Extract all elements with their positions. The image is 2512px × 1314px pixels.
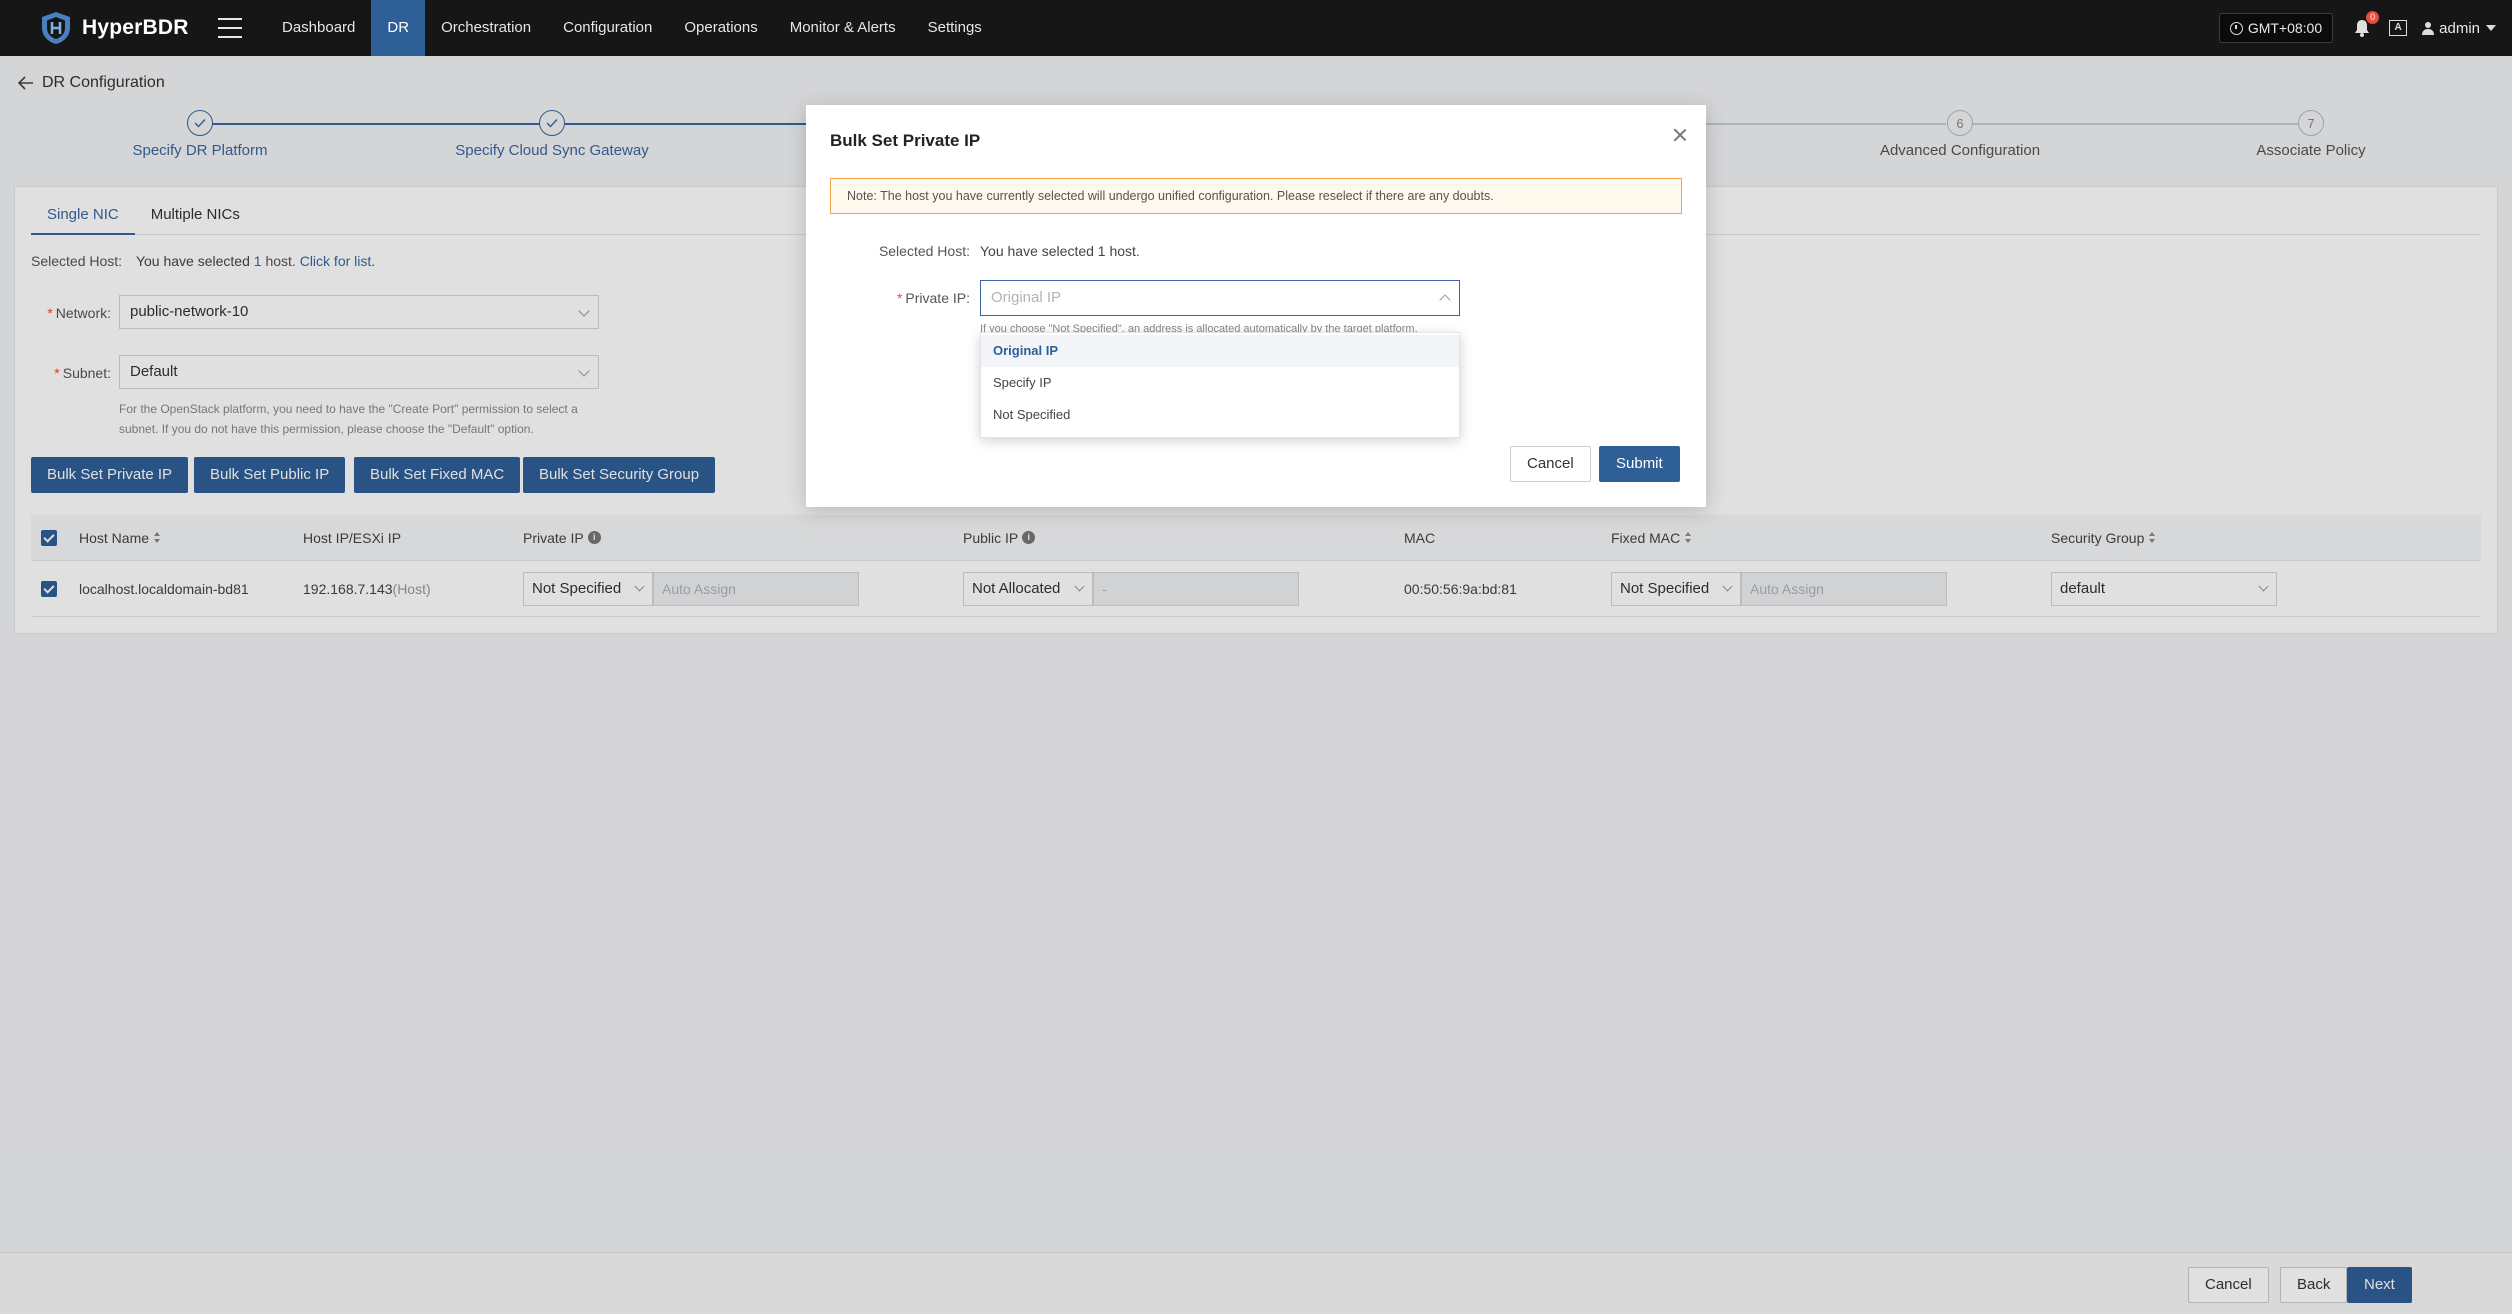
nav-item-operations[interactable]: Operations [668, 0, 773, 56]
top-right-tools: GMT+08:00 0 A admin [2218, 0, 2496, 56]
notice-banner: Note: The host you have currently select… [830, 178, 1682, 214]
private-ip-dropdown: Original IP Specify IP Not Specified [980, 332, 1460, 438]
dialog-title: Bulk Set Private IP [830, 131, 981, 150]
user-menu[interactable]: admin [2421, 20, 2496, 37]
dialog-selected-host-label: Selected Host: [878, 243, 970, 259]
dialog-cancel-button[interactable]: Cancel [1510, 446, 1591, 482]
main-nav: Dashboard DR Orchestration Configuration… [266, 0, 998, 56]
dialog-private-ip-label: * Private IP: [896, 290, 970, 306]
top-navbar: HyperBDR Dashboard DR Orchestration Conf… [0, 0, 2512, 56]
clock-icon [2229, 21, 2243, 35]
dialog-submit-button[interactable]: Submit [1599, 446, 1680, 482]
chevron-up-icon [1439, 294, 1451, 306]
user-icon [2422, 22, 2435, 35]
chevron-down-icon [2486, 25, 2496, 31]
nav-item-configuration[interactable]: Configuration [547, 0, 668, 56]
brand-name: HyperBDR [82, 16, 189, 39]
nav-item-settings[interactable]: Settings [912, 0, 998, 56]
close-icon[interactable] [1672, 127, 1688, 143]
timezone-button[interactable]: GMT+08:00 [2218, 13, 2334, 43]
private-ip-select[interactable]: Original IP [980, 280, 1460, 316]
timezone-label: GMT+08:00 [2247, 20, 2323, 36]
logo[interactable]: HyperBDR [38, 10, 198, 46]
dialog-selected-host-value: You have selected 1 host. [980, 243, 1140, 259]
menu-toggle-icon[interactable] [218, 18, 242, 38]
nav-item-monitor-alerts[interactable]: Monitor & Alerts [774, 0, 912, 56]
notification-badge: 0 [2366, 11, 2380, 24]
option-not-specified[interactable]: Not Specified [981, 399, 1459, 431]
language-icon[interactable]: A [2389, 20, 2408, 36]
private-ip-select-placeholder: Original IP [991, 289, 1062, 306]
notifications-button[interactable]: 0 [2351, 11, 2380, 39]
nav-item-dr[interactable]: DR [371, 0, 426, 56]
shield-logo-icon [42, 12, 70, 44]
nav-item-dashboard[interactable]: Dashboard [266, 0, 371, 56]
nav-item-orchestration[interactable]: Orchestration [425, 0, 547, 56]
bulk-set-private-ip-dialog: Bulk Set Private IP Note: The host you h… [806, 105, 1706, 507]
option-original-ip[interactable]: Original IP [981, 335, 1459, 367]
user-name: admin [2439, 19, 2480, 37]
option-specify-ip[interactable]: Specify IP [981, 367, 1459, 399]
